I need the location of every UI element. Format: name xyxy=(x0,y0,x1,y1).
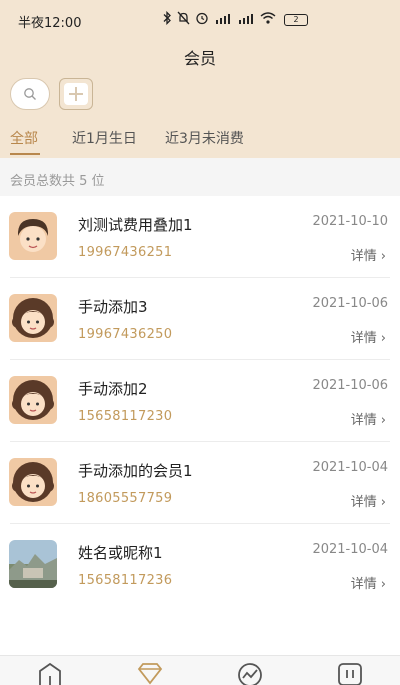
photo-avatar xyxy=(9,540,57,588)
tab-no-consumption[interactable]: 近3月未消费 xyxy=(165,128,244,148)
mute-bell-icon xyxy=(177,11,190,25)
member-phone: 15658117236 xyxy=(78,573,173,588)
pause-icon[interactable] xyxy=(336,661,364,685)
member-name: 刘测试费用叠加1 xyxy=(78,216,193,234)
member-count-text: 会员总数共 5 位 xyxy=(10,174,105,189)
member-phone: 18605557759 xyxy=(78,491,173,506)
detail-link[interactable]: 详情 › xyxy=(351,327,386,346)
member-phone: 19967436250 xyxy=(78,327,173,342)
list-item[interactable]: 手动添加2 15658117230 2021-10-06 详情 › xyxy=(0,360,400,442)
member-phone: 19967436251 xyxy=(78,245,173,260)
alarm-icon xyxy=(196,12,208,25)
member-name: 姓名或昵称1 xyxy=(78,544,163,562)
list-item[interactable]: 刘测试费用叠加1 19967436251 2021-10-10 详情 › xyxy=(0,196,400,278)
male-avatar xyxy=(9,212,57,260)
bluetooth-icon xyxy=(163,11,171,25)
chevron-right-icon: › xyxy=(380,249,386,264)
page-title: 会员 xyxy=(183,49,216,68)
detail-link[interactable]: 详情 › xyxy=(351,573,386,592)
member-list: 刘测试费用叠加1 19967436251 2021-10-10 详情 › 手动添加… xyxy=(0,196,400,606)
member-phone: 15658117230 xyxy=(78,409,173,424)
tab-all[interactable]: 全部 xyxy=(10,128,38,148)
female-avatar xyxy=(9,458,57,506)
member-date: 2021-10-06 xyxy=(312,378,388,393)
wifi-icon xyxy=(260,12,276,24)
home-icon[interactable] xyxy=(36,661,64,685)
status-time: 半夜12:00 xyxy=(18,16,82,31)
member-date: 2021-10-04 xyxy=(312,460,388,475)
add-member-button[interactable] xyxy=(59,78,93,110)
member-name: 手动添加的会员1 xyxy=(78,462,193,480)
member-diamond-icon[interactable] xyxy=(136,661,164,685)
list-item[interactable]: 姓名或昵称1 15658117236 2021-10-04 详情 › xyxy=(0,524,400,606)
member-date: 2021-10-04 xyxy=(312,542,388,557)
tab-birthday[interactable]: 近1月生日 xyxy=(72,128,137,148)
chart-icon[interactable] xyxy=(236,661,264,685)
search-icon xyxy=(24,88,36,100)
chevron-right-icon: › xyxy=(380,331,386,346)
female-avatar xyxy=(9,376,57,424)
header: 半夜12:00 2 会员 全部 近1月生日 近3月未消费 xyxy=(0,0,400,158)
status-bar: 半夜12:00 2 xyxy=(0,0,400,40)
status-icons xyxy=(162,11,276,25)
list-item[interactable]: 手动添加3 19967436250 2021-10-06 详情 › xyxy=(0,278,400,360)
list-item[interactable]: 手动添加的会员1 18605557759 2021-10-04 详情 › xyxy=(0,442,400,524)
chevron-right-icon: › xyxy=(380,413,386,428)
search-button[interactable] xyxy=(10,78,50,110)
signal-hd-icon xyxy=(216,14,230,24)
detail-link[interactable]: 详情 › xyxy=(351,491,386,510)
member-name: 手动添加3 xyxy=(78,298,148,316)
member-date: 2021-10-10 xyxy=(312,214,388,229)
battery-icon: 2 xyxy=(284,14,308,26)
bottom-tab-bar xyxy=(0,655,400,685)
chevron-right-icon: › xyxy=(380,577,386,592)
member-count-bar: 会员总数共 5 位 xyxy=(0,158,400,196)
detail-link[interactable]: 详情 › xyxy=(351,409,386,428)
member-name: 手动添加2 xyxy=(78,380,148,398)
member-date: 2021-10-06 xyxy=(312,296,388,311)
female-avatar xyxy=(9,294,57,342)
plus-icon xyxy=(64,83,88,105)
filter-tabs: 全部 近1月生日 近3月未消费 xyxy=(0,125,400,155)
signal-hd-icon-2 xyxy=(239,14,253,24)
chevron-right-icon: › xyxy=(380,495,386,510)
active-tab-indicator xyxy=(10,153,40,155)
detail-link[interactable]: 详情 › xyxy=(351,245,386,264)
